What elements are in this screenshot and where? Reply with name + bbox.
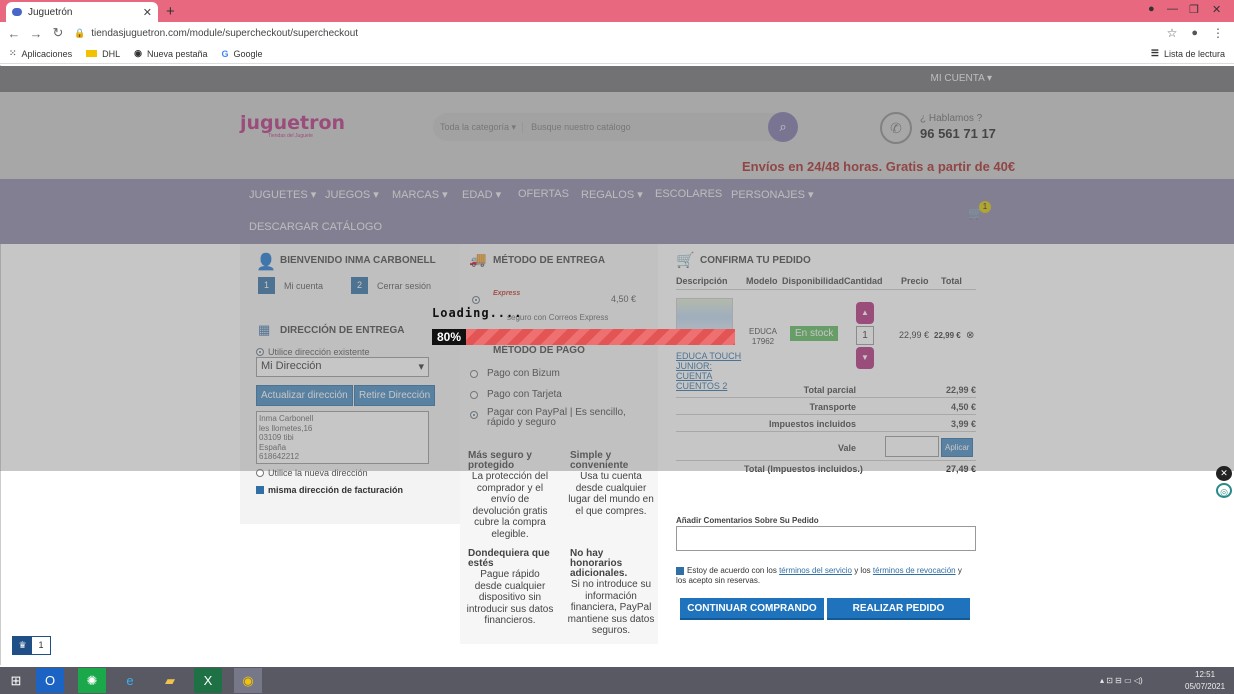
google-icon: G xyxy=(221,48,229,59)
globe-icon: ◉ xyxy=(134,48,142,58)
url-text: tiendasjuguetron.com/module/supercheckou… xyxy=(91,27,359,39)
benefit-title-anywhere: Dondequiera que estés xyxy=(468,548,550,569)
browser-tab[interactable]: Juguetrón ✕ xyxy=(6,2,158,22)
continue-shopping-button[interactable]: CONTINUAR COMPRANDO xyxy=(680,598,824,620)
progress-percent: 80% xyxy=(432,329,466,345)
comments-textarea[interactable] xyxy=(676,526,976,551)
loading-text: Loading.... xyxy=(432,306,523,320)
bookmark-google[interactable]: G Google xyxy=(222,49,263,59)
taskbar xyxy=(0,667,1234,694)
new-tab-button[interactable]: + xyxy=(166,3,175,20)
benefit-text-anywhere: Pague rápido desde cualquier dispositivo… xyxy=(466,569,554,626)
tab-close-icon[interactable]: ✕ xyxy=(143,6,152,19)
close-widget-icon[interactable]: ✕ xyxy=(1216,466,1232,481)
bookmark-dhl[interactable]: DHL xyxy=(86,49,120,59)
same-billing-checkbox[interactable] xyxy=(256,486,264,494)
minimize-icon[interactable]: — xyxy=(1167,3,1178,15)
loading-overlay xyxy=(0,66,1234,471)
browser-titlebar xyxy=(0,0,1234,22)
clock-time: 12:51 xyxy=(1195,670,1216,679)
floating-widget[interactable]: ♛ 1 xyxy=(12,636,51,655)
account-icon[interactable]: ● xyxy=(1191,27,1198,39)
comments-label: Añadir Comentarios Sobre Su Pedido xyxy=(676,516,819,525)
place-order-button[interactable]: REALIZAR PEDIDO xyxy=(827,598,970,620)
same-billing-option[interactable]: misma dirección de facturación xyxy=(256,485,403,495)
clock-date: 05/07/2021 xyxy=(1185,682,1226,691)
dhl-icon xyxy=(86,50,98,57)
widget-count: 1 xyxy=(38,640,44,650)
maximize-icon[interactable]: ❐ xyxy=(1189,3,1199,16)
star-icon[interactable]: ☆ xyxy=(1167,26,1178,40)
progress-fill xyxy=(432,329,674,345)
favicon-icon xyxy=(12,8,22,16)
back-icon[interactable]: ← xyxy=(6,26,22,41)
excel-icon[interactable]: X xyxy=(194,668,222,693)
bookmark-new-tab[interactable]: ◉ Nueva pestaña xyxy=(134,48,207,59)
tab-title: Juguetrón xyxy=(28,6,73,18)
reading-list[interactable]: ☰ Lista de lectura xyxy=(1151,48,1225,59)
chrome-icon[interactable]: ◉ xyxy=(234,668,262,693)
benefit-text-fees: Si no introduce su información financier… xyxy=(567,579,655,636)
address-bar-row: ← → ↻ 🔒 tiendasjuguetron.com/module/supe… xyxy=(0,22,1234,44)
terms-service-link[interactable]: términos del servicio xyxy=(779,566,852,575)
crown-icon: ♛ xyxy=(13,637,32,654)
windows-start-icon[interactable]: ⊞ xyxy=(2,668,30,693)
forward-icon[interactable]: → xyxy=(28,26,44,41)
benefit-text-simple: Usa tu cuenta desde cualquier lugar del … xyxy=(568,471,654,517)
file-explorer-icon[interactable]: ▰ xyxy=(156,668,184,693)
close-window-icon[interactable]: ✕ xyxy=(1212,3,1221,16)
lock-icon: 🔒 xyxy=(74,27,86,38)
benefit-text-secure: La protección del comprador y el envío d… xyxy=(471,471,549,540)
app-green-icon[interactable]: ✺ xyxy=(78,668,106,693)
reading-list-icon: ☰ xyxy=(1150,48,1159,58)
bookmark-apps[interactable]: ⁙ Aplicaciones xyxy=(9,48,72,59)
terms-revocation-link[interactable]: términos de revocación xyxy=(873,566,956,575)
benefit-title-fees: No hay honorarios adicionales. xyxy=(570,548,628,579)
terms-agreement: Estoy de acuerdo con los términos del se… xyxy=(676,566,962,585)
profile-icon[interactable]: ● xyxy=(1148,3,1155,15)
internet-explorer-icon[interactable]: e xyxy=(116,668,144,693)
progress-bar xyxy=(432,329,735,345)
outlook-icon[interactable]: O xyxy=(36,668,64,693)
terms-checkbox[interactable] xyxy=(676,566,684,575)
apps-grid-icon: ⁙ xyxy=(9,48,17,58)
accessibility-icon[interactable]: ◎ xyxy=(1216,483,1232,498)
tray-icons[interactable]: ▴ ⊡ ⊟ ▭ ◁) xyxy=(1100,676,1143,685)
url-field[interactable]: 🔒 tiendasjuguetron.com/module/supercheck… xyxy=(74,28,358,39)
bookmarks-bar: ⁙ Aplicaciones DHL ◉ Nueva pestaña G Google… xyxy=(0,44,1234,64)
menu-icon[interactable]: ⋮ xyxy=(1212,26,1224,40)
reload-icon[interactable]: ↻ xyxy=(50,25,66,41)
